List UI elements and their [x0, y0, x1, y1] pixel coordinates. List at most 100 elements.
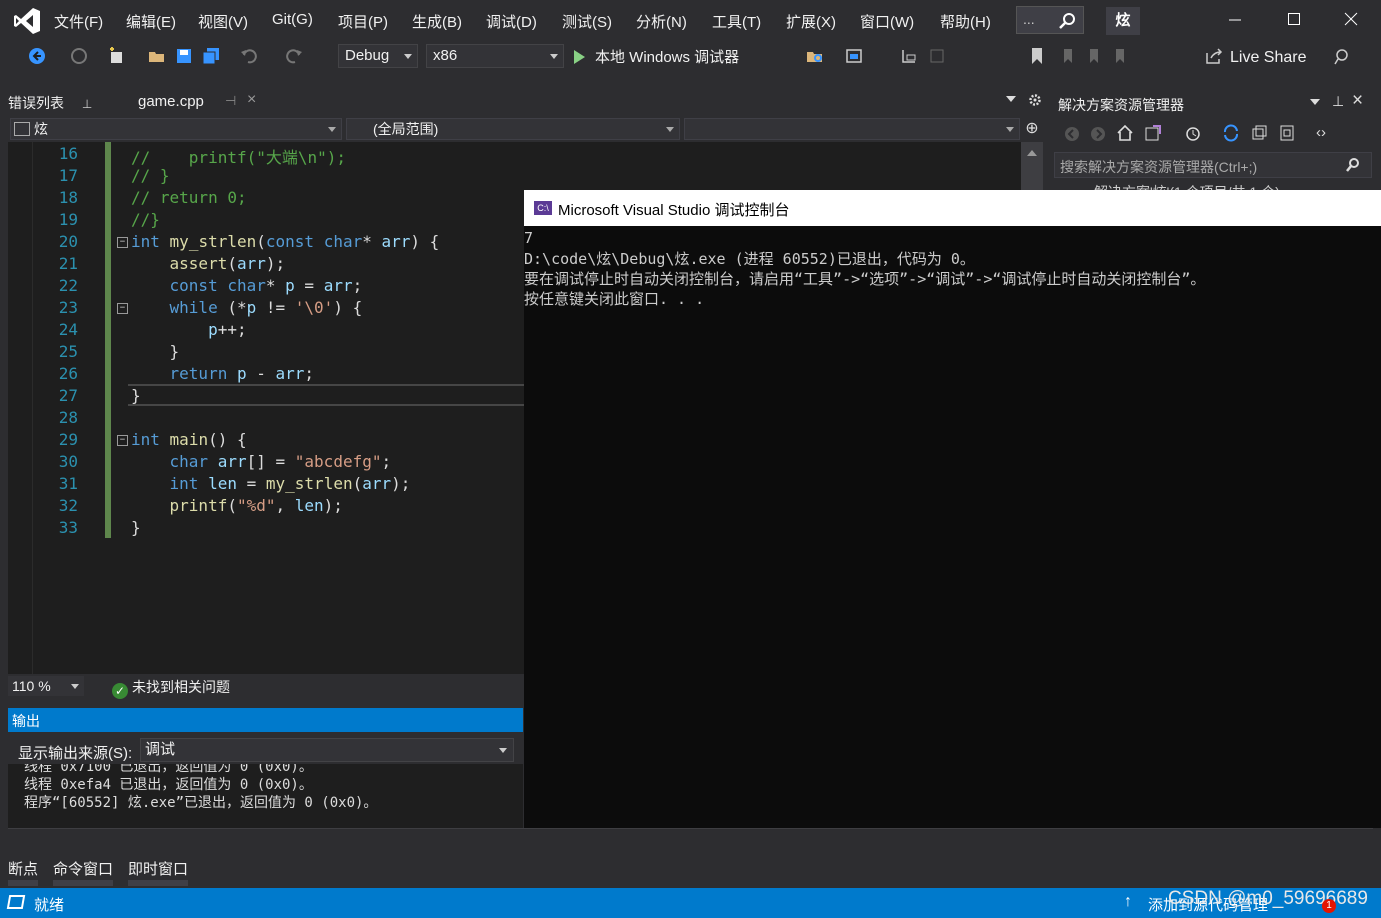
maximize-icon[interactable] [1287, 12, 1301, 29]
navigate-back-icon[interactable] [28, 47, 46, 65]
live-share-button[interactable]: Live Share [1206, 48, 1307, 67]
output-line: 线程 0xefa4 已退出，返回值为 0 (0x0)。 [24, 777, 313, 793]
watermark: CSDN @m0_59696689 [1168, 888, 1368, 909]
open-file-icon[interactable] [148, 47, 166, 65]
menu-edit[interactable]: 编辑(E) [126, 11, 176, 32]
show-all-files-icon[interactable] [1278, 124, 1296, 142]
menu-git[interactable]: Git(G) [272, 11, 313, 28]
feedback-icon[interactable] [1334, 47, 1352, 65]
solution-explorer-title: 解决方案资源管理器 [1058, 97, 1184, 113]
tab-game-cpp[interactable]: game.cpp ⊣ × [133, 88, 269, 114]
solution-platform-dropdown[interactable]: x86 [426, 44, 564, 68]
collapse-icon[interactable]: − [117, 435, 128, 446]
member-dropdown[interactable] [684, 118, 1020, 140]
pin-icon[interactable]: ⊥ [1332, 93, 1344, 110]
scroll-up-icon[interactable] [1027, 150, 1037, 156]
console-line: D:\code\炫\Debug\炫.exe (进程 60552)已退出，代码为 … [524, 250, 975, 268]
collapse-all-icon[interactable] [1250, 124, 1268, 142]
menu-view[interactable]: 视图(V) [198, 11, 248, 32]
configuration-value: Debug [345, 47, 390, 64]
project-dropdown[interactable]: 炫 [10, 118, 342, 140]
visual-studio-logo-icon[interactable] [12, 6, 42, 36]
output-panel-header[interactable]: 输出 [8, 708, 523, 732]
close-icon[interactable]: × [1352, 90, 1363, 112]
menu-build[interactable]: 生成(B) [412, 11, 462, 32]
solution-tree-item[interactable]: 解决方案'炫'(1 个项目/共 1 个) [1094, 182, 1280, 190]
solution-explorer-icon[interactable] [845, 47, 863, 65]
output-source-dropdown[interactable]: 调试 [140, 738, 514, 762]
scope-dropdown[interactable]: (全局范围) [346, 118, 680, 140]
menu-tools[interactable]: 工具(T) [712, 11, 761, 32]
solution-configuration-dropdown[interactable]: Debug [338, 44, 418, 68]
code-view-icon[interactable]: ‹› [1316, 124, 1326, 141]
output-title: 输出 [12, 713, 40, 729]
navigation-bar: 炫 (全局范围) [8, 116, 1021, 142]
solution-tree[interactable]: 解决方案'炫'(1 个项目/共 1 个) [1054, 180, 1372, 190]
code-line: int my_strlen(const char* arr) { [131, 232, 440, 251]
bookmark-icon[interactable] [1028, 47, 1046, 65]
switch-views-icon[interactable] [1144, 124, 1162, 142]
next-bookmark-icon[interactable] [1084, 47, 1102, 65]
live-share-icon [1206, 48, 1223, 64]
menu-window[interactable]: 窗口(W) [860, 11, 914, 32]
line-number: 27 [58, 386, 78, 405]
close-tab-icon[interactable]: × [247, 91, 256, 109]
line-number: 24 [58, 320, 78, 339]
pin-icon[interactable]: ⊥ [82, 97, 92, 111]
clear-bookmarks-icon[interactable] [1110, 47, 1128, 65]
menu-extensions[interactable]: 扩展(X) [786, 11, 836, 32]
tab-list-dropdown-icon[interactable] [1006, 96, 1016, 102]
close-icon[interactable] [1344, 12, 1358, 29]
tab-error-list[interactable]: 错误列表 ⊥ [8, 93, 92, 113]
save-all-icon[interactable] [202, 47, 220, 65]
code-line: // printf("大端\n"); [131, 148, 347, 167]
search-box[interactable]: ... [1016, 6, 1084, 34]
output-text-area[interactable]: 线程 0x7100 已退出，返回值为 0 (0x0)。 线程 0xefa4 已退… [8, 764, 523, 828]
forward-icon[interactable] [1090, 126, 1106, 142]
code-line: printf("%d", len); [169, 496, 343, 515]
menu-analyze[interactable]: 分析(N) [636, 11, 687, 32]
collapse-icon[interactable]: − [117, 303, 128, 314]
find-in-files-icon[interactable] [806, 47, 824, 65]
console-line: 按任意键关闭此窗口. . . [524, 290, 705, 308]
menu-debug[interactable]: 调试(D) [486, 11, 537, 32]
pending-changes-icon[interactable] [1184, 124, 1202, 142]
home-icon[interactable] [1116, 124, 1134, 142]
prev-bookmark-icon[interactable] [1058, 47, 1076, 65]
tab-command-window[interactable]: 命令窗口 [53, 858, 113, 879]
back-icon[interactable] [1064, 126, 1080, 142]
tab-breakpoints[interactable]: 断点 [8, 858, 38, 879]
debug-console-window[interactable]: C:\ Microsoft Visual Studio 调试控制台 7 D:\c… [524, 190, 1381, 828]
play-icon [574, 50, 585, 64]
navigate-forward-icon[interactable] [70, 47, 88, 65]
new-project-icon[interactable] [108, 47, 126, 65]
menu-help[interactable]: 帮助(H) [940, 11, 991, 32]
sync-icon[interactable] [1222, 124, 1240, 142]
window-position-icon[interactable] [1310, 99, 1320, 105]
editor-status-strip: 110 % ✓ 未找到相关问题 [8, 674, 523, 699]
redo-icon[interactable] [285, 47, 303, 65]
split-editor-icon[interactable]: ⊕ [1021, 116, 1043, 142]
step-into-icon[interactable] [900, 47, 918, 65]
search-icon[interactable] [1345, 157, 1361, 173]
start-debugging-button[interactable]: 本地 Windows 调试器 [574, 46, 739, 67]
menu-file[interactable]: 文件(F) [54, 11, 103, 32]
step-over-icon[interactable] [928, 47, 946, 65]
save-icon[interactable] [175, 47, 193, 65]
solution-search-input[interactable]: 搜索解决方案资源管理器(Ctrl+;) [1054, 152, 1372, 178]
line-number: 28 [58, 408, 78, 427]
menu-test[interactable]: 测试(S) [562, 11, 612, 32]
undo-icon[interactable] [240, 47, 258, 65]
line-number: 31 [58, 474, 78, 493]
gear-icon[interactable] [1028, 93, 1042, 107]
console-title-bar[interactable]: C:\ Microsoft Visual Studio 调试控制台 [524, 190, 1381, 226]
zoom-dropdown[interactable]: 110 % [8, 676, 84, 696]
notifications-badge[interactable]: 1 [1322, 899, 1336, 913]
output-horizontal-scrollbar[interactable] [8, 828, 1373, 849]
menu-project[interactable]: 项目(P) [338, 11, 388, 32]
minimize-icon[interactable] [1228, 12, 1242, 29]
tab-immediate-window[interactable]: 即时窗口 [128, 858, 188, 879]
collapse-icon[interactable]: − [117, 237, 128, 248]
issues-indicator[interactable]: ✓ 未找到相关问题 [112, 677, 230, 699]
pin-icon[interactable]: ⊣ [225, 93, 236, 109]
